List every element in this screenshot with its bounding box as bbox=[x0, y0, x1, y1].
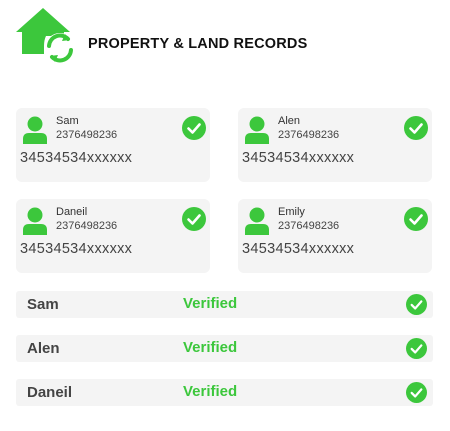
app-title: PROPERTY & LAND RECORDS bbox=[88, 36, 308, 52]
row-status: Verified bbox=[183, 295, 238, 312]
card-phone: 2376498236 bbox=[278, 220, 340, 232]
row-status: Verified bbox=[183, 383, 238, 400]
card-name: Sam bbox=[56, 115, 79, 127]
verified-check-icon bbox=[406, 382, 427, 403]
verification-row[interactable]: Sam Verified bbox=[16, 291, 433, 318]
verified-check-icon bbox=[404, 116, 428, 140]
row-status: Verified bbox=[183, 339, 238, 356]
card-record-number: 34534534xxxxxx bbox=[20, 150, 133, 166]
card-name: Emily bbox=[278, 206, 305, 218]
card-record-number: 34534534xxxxxx bbox=[20, 241, 133, 257]
verified-check-icon bbox=[406, 338, 427, 359]
user-avatar-icon bbox=[23, 207, 47, 235]
app-header: PROPERTY & LAND RECORDS bbox=[16, 6, 436, 64]
row-name: Alen bbox=[27, 340, 60, 357]
record-card[interactable]: Daneil 2376498236 34534534xxxxxx bbox=[16, 199, 210, 273]
house-sync-icon bbox=[16, 8, 75, 63]
user-avatar-icon bbox=[245, 116, 269, 144]
record-card[interactable]: Sam 2376498236 34534534xxxxxx bbox=[16, 108, 210, 182]
card-name: Alen bbox=[278, 115, 301, 127]
card-record-number: 34534534xxxxxx bbox=[242, 150, 355, 166]
card-name: Daneil bbox=[56, 206, 88, 218]
verification-row[interactable]: Alen Verified bbox=[16, 335, 433, 362]
row-name: Daneil bbox=[27, 384, 73, 401]
verified-check-icon bbox=[404, 207, 428, 231]
record-card[interactable]: Alen 2376498236 34534534xxxxxx bbox=[238, 108, 432, 182]
verified-check-icon bbox=[182, 207, 206, 231]
card-phone: 2376498236 bbox=[56, 129, 118, 141]
row-name: Sam bbox=[27, 296, 59, 313]
card-phone: 2376498236 bbox=[56, 220, 118, 232]
record-card[interactable]: Emily 2376498236 34534534xxxxxx bbox=[238, 199, 432, 273]
card-phone: 2376498236 bbox=[278, 129, 340, 141]
verified-check-icon bbox=[406, 294, 427, 315]
verification-row[interactable]: Daneil Verified bbox=[16, 379, 433, 406]
card-record-number: 34534534xxxxxx bbox=[242, 241, 355, 257]
verified-check-icon bbox=[182, 116, 206, 140]
user-avatar-icon bbox=[23, 116, 47, 144]
user-avatar-icon bbox=[245, 207, 269, 235]
